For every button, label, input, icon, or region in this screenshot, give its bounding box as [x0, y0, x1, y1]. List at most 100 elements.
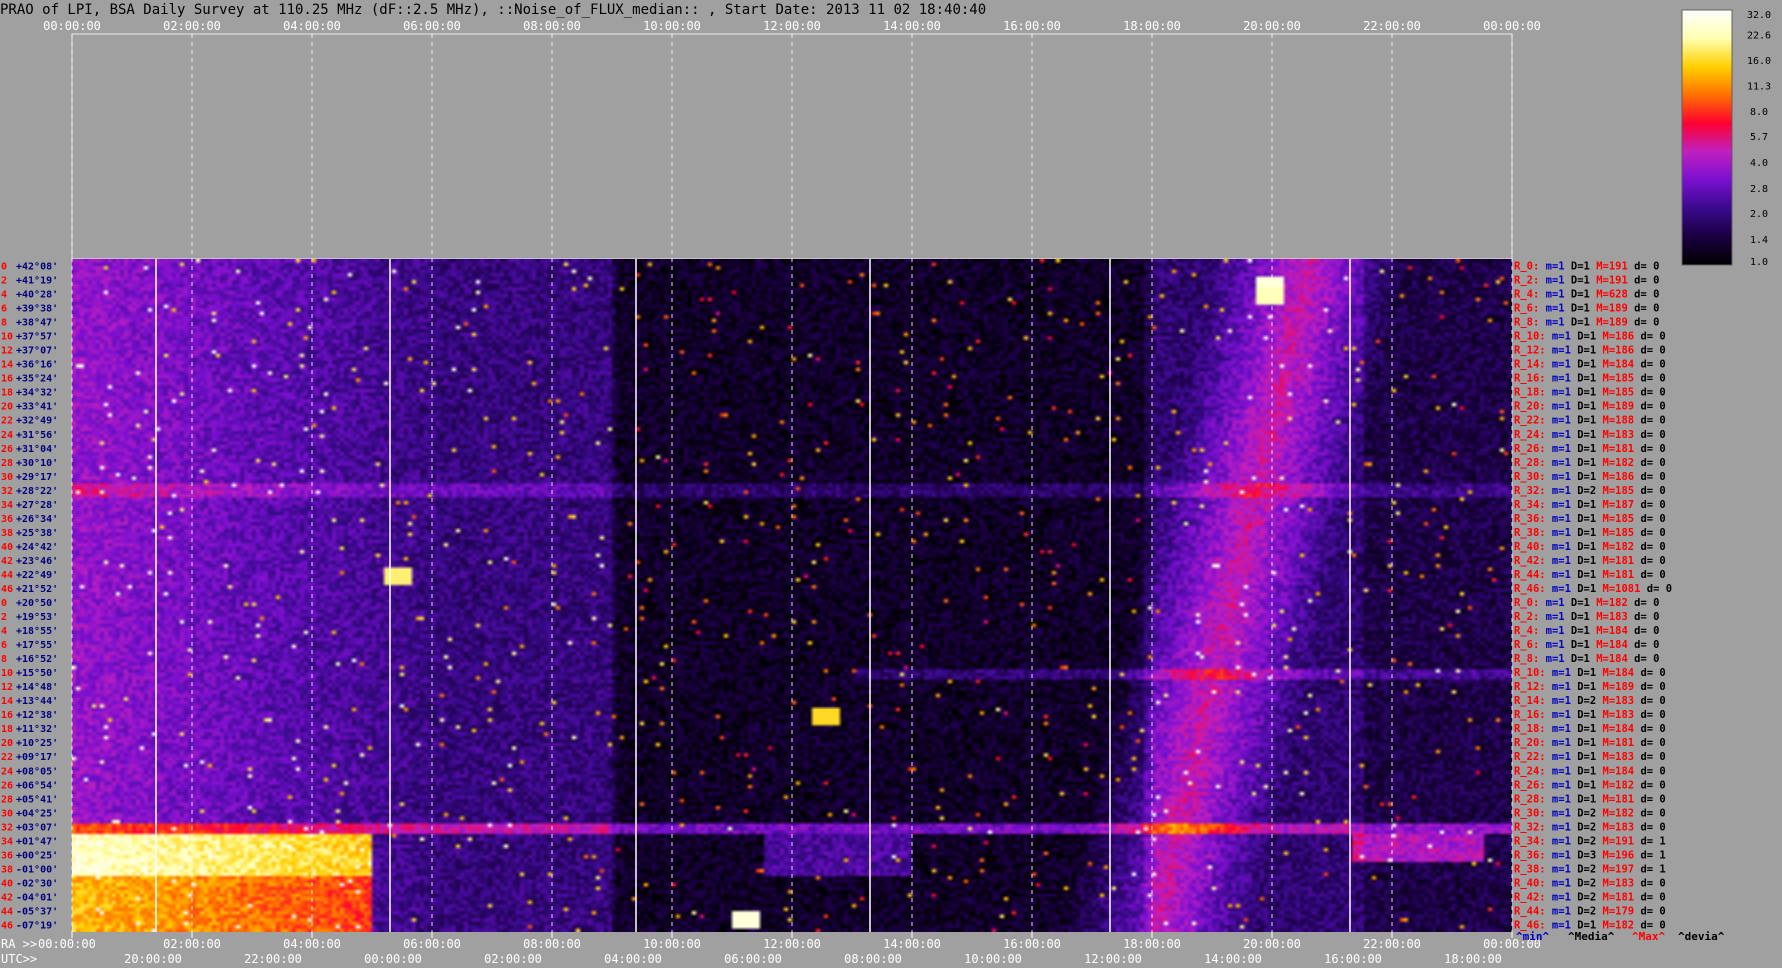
row-stat-part: M=184 — [1596, 359, 1634, 371]
row-stat-label: R_32: m=1 D=2 M=183 d= 0 — [1514, 821, 1666, 833]
declination-label: +17°55' — [16, 640, 58, 651]
row-stat-part: m=1 — [1546, 345, 1571, 357]
row-stat-label: R_18: m=1 D=1 M=184 d= 0 — [1514, 723, 1666, 735]
row-stat-label: R_26: m=1 D=1 M=181 d= 0 — [1514, 443, 1666, 455]
declination-label: +42°08' — [16, 262, 58, 273]
row-stat-part: d= 0 — [1634, 555, 1666, 567]
colorbar-tick-label: 32.0 — [1747, 10, 1771, 21]
top-tick-label: 08:00:00 — [523, 19, 581, 33]
declination-label: +21°52' — [16, 584, 58, 595]
row-stat-part: M=185 — [1596, 485, 1634, 497]
row-stat-part: d= 0 — [1634, 569, 1666, 581]
row-stat-label: R_4: m=1 D=1 M=184 d= 0 — [1514, 625, 1659, 637]
row-stat-part: R_12: — [1514, 681, 1546, 693]
declination-label: +25°38' — [16, 528, 58, 539]
beam-number-label: 24 — [1, 766, 13, 777]
declination-label: +19°53' — [16, 612, 58, 623]
row-stat-part: R_14: — [1514, 695, 1546, 707]
row-stat-part: m=1 — [1546, 737, 1571, 749]
row-stat-part: R_32: — [1514, 485, 1546, 497]
row-stat-part: R_28: — [1514, 793, 1546, 805]
row-stat-part: M=189 — [1596, 681, 1634, 693]
row-stat-part: d= 0 — [1634, 485, 1666, 497]
row-stat-part: D=2 — [1571, 821, 1596, 833]
row-stat-part: d= 0 — [1634, 415, 1666, 427]
row-stat-part: M=182 — [1590, 597, 1628, 609]
row-stat-part: d= 0 — [1634, 779, 1666, 791]
row-stat-label: R_24: m=1 D=1 M=184 d= 0 — [1514, 765, 1666, 777]
beam-number-label: 44 — [1, 906, 13, 917]
row-stat-part: d= 0 — [1634, 709, 1666, 721]
row-stat-part: D=1 — [1571, 415, 1596, 427]
beam-number-label: 28 — [1, 794, 13, 805]
row-stat-part: D=1 — [1571, 471, 1596, 483]
declination-label: +41°19' — [16, 276, 58, 287]
row-stat-part: D=1 — [1571, 373, 1596, 385]
row-stat-part: R_20: — [1514, 737, 1546, 749]
row-stat-part: D=1 — [1571, 555, 1596, 567]
row-stat-part: M=183 — [1596, 695, 1634, 707]
declination-label: -02°30' — [16, 878, 58, 889]
beam-number-label: 8 — [1, 654, 7, 665]
row-stat-part: m=1 — [1546, 667, 1571, 679]
row-stat-label: R_42: m=1 D=1 M=181 d= 0 — [1514, 555, 1666, 567]
colorbar-tick-label: 11.3 — [1747, 82, 1771, 93]
row-stat-part: R_0: — [1514, 597, 1539, 609]
row-stat-label: R_2: m=1 D=1 M=191 d= 0 — [1514, 275, 1659, 287]
row-stat-part: R_12: — [1514, 345, 1546, 357]
row-stat-part: R_20: — [1514, 401, 1546, 413]
utc-axis-label: UTC>> — [1, 952, 37, 966]
row-stat-label: R_38: m=1 D=1 M=185 d= 0 — [1514, 527, 1666, 539]
row-stat-part: d= 0 — [1634, 667, 1666, 679]
row-stat-part: D=1 — [1571, 387, 1596, 399]
row-stat-part: m=1 — [1546, 401, 1571, 413]
row-stat-part: m=1 — [1546, 513, 1571, 525]
beam-number-label: 24 — [1, 430, 13, 441]
row-stat-label: R_12: m=1 D=1 M=186 d= 0 — [1514, 345, 1666, 357]
row-stat-part: D=1 — [1571, 737, 1596, 749]
top-tick-label: 00:00:00 — [1483, 19, 1541, 33]
row-stat-part: M=186 — [1596, 331, 1634, 343]
row-stat-part: D=1 — [1571, 793, 1596, 805]
declination-label: +39°38' — [16, 304, 58, 315]
row-stat-label: R_32: m=1 D=2 M=185 d= 0 — [1514, 485, 1666, 497]
beam-number-label: 14 — [1, 696, 13, 707]
row-stat-part: m=1 — [1546, 779, 1571, 791]
row-stat-label: R_0: m=1 D=1 M=191 d= 0 — [1514, 261, 1659, 273]
row-stat-part: m=1 — [1546, 877, 1571, 889]
row-stat-part: M=188 — [1596, 415, 1634, 427]
declination-label: +16°52' — [16, 654, 58, 665]
row-stat-part: R_36: — [1514, 849, 1546, 861]
beam-number-label: 46 — [1, 584, 13, 595]
row-stat-label: R_10: m=1 D=1 M=186 d= 0 — [1514, 331, 1666, 343]
row-stat-part: D=2 — [1571, 807, 1596, 819]
beam-number-label: 26 — [1, 444, 13, 455]
ra-tick-label: 02:00:00 — [163, 937, 221, 951]
beam-number-label: 42 — [1, 556, 13, 567]
row-stat-part: d= 0 — [1634, 345, 1666, 357]
beam-number-label: 6 — [1, 640, 7, 651]
ra-tick-label: 12:00:00 — [763, 937, 821, 951]
top-tick-label: 16:00:00 — [1003, 19, 1061, 33]
ra-tick-label: 22:00:00 — [1363, 937, 1421, 951]
row-stat-label: R_16: m=1 D=1 M=185 d= 0 — [1514, 373, 1666, 385]
row-stat-part: D=1 — [1571, 667, 1596, 679]
row-stat-part: D=1 — [1565, 625, 1590, 637]
row-stat-part: M=187 — [1596, 499, 1634, 511]
row-stat-part: M=183 — [1596, 821, 1634, 833]
row-stat-part: d= 0 — [1628, 289, 1660, 301]
row-stat-part: m=1 — [1539, 261, 1564, 273]
row-stat-part: m=1 — [1546, 415, 1571, 427]
row-stat-part: M=1081 — [1596, 583, 1640, 595]
row-stat-part: D=1 — [1571, 527, 1596, 539]
row-stat-part: m=1 — [1539, 275, 1564, 287]
ra-tick-label: 00:00:00 — [38, 937, 96, 951]
row-stat-part: d= 0 — [1634, 527, 1666, 539]
row-stat-part: M=186 — [1596, 471, 1634, 483]
row-stat-part: R_10: — [1514, 331, 1546, 343]
row-stat-part: M=197 — [1596, 863, 1634, 875]
declination-label: +36°16' — [16, 360, 58, 371]
beam-number-label: 16 — [1, 710, 13, 721]
ra-tick-label: 08:00:00 — [523, 937, 581, 951]
declination-label: +40°28' — [16, 290, 58, 301]
